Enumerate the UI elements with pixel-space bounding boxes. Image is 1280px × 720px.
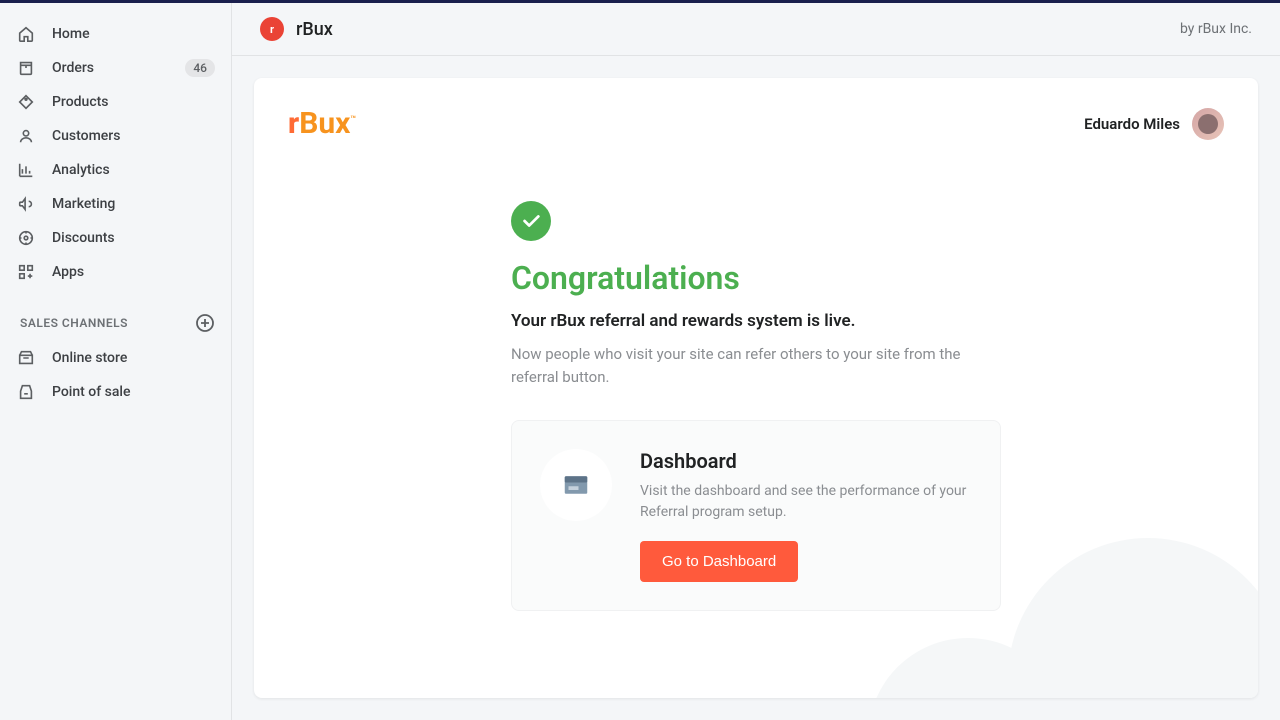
sidebar-item-discounts[interactable]: Discounts	[0, 221, 231, 255]
topbar: r rBux by rBux Inc.	[232, 3, 1280, 56]
orders-badge: 46	[185, 59, 215, 77]
sidebar: Home Orders 46 Products Customers Anal	[0, 3, 232, 720]
user-icon	[16, 126, 36, 146]
congrats-description: Now people who visit your site can refer…	[511, 343, 1001, 388]
sidebar-item-apps[interactable]: Apps	[0, 255, 231, 289]
main-card: rBux™ Eduardo Miles Congratulations Your…	[254, 78, 1258, 698]
pos-icon	[16, 382, 36, 402]
card-header: rBux™ Eduardo Miles	[288, 106, 1224, 141]
sidebar-item-label: Apps	[52, 264, 84, 280]
channel-pos[interactable]: Point of sale	[0, 375, 231, 409]
dashboard-icon-wrap	[540, 449, 612, 521]
sales-channels-header: SALES CHANNELS	[0, 289, 231, 341]
user-name: Eduardo Miles	[1084, 115, 1180, 133]
cloud-decoration	[848, 538, 1258, 698]
channel-online-store[interactable]: Online store	[0, 341, 231, 375]
sidebar-item-label: Analytics	[52, 162, 110, 178]
app-icon: r	[260, 17, 284, 41]
sidebar-item-label: Marketing	[52, 196, 115, 212]
sidebar-item-marketing[interactable]: Marketing	[0, 187, 231, 221]
go-to-dashboard-button[interactable]: Go to Dashboard	[640, 541, 798, 582]
app-root: Home Orders 46 Products Customers Anal	[0, 3, 1280, 720]
rbux-logo: rBux™	[288, 106, 356, 141]
home-icon	[16, 24, 36, 44]
user-menu[interactable]: Eduardo Miles	[1084, 108, 1224, 140]
dashboard-icon	[561, 470, 591, 500]
section-label: SALES CHANNELS	[20, 316, 128, 330]
sidebar-item-label: Orders	[52, 60, 94, 76]
sidebar-item-analytics[interactable]: Analytics	[0, 153, 231, 187]
sidebar-item-label: Discounts	[52, 230, 115, 246]
main-area: r rBux by rBux Inc. rBux™ Eduardo Miles	[232, 3, 1280, 720]
sidebar-item-label: Products	[52, 94, 109, 110]
sidebar-item-products[interactable]: Products	[0, 85, 231, 119]
avatar	[1192, 108, 1224, 140]
sidebar-item-label: Customers	[52, 128, 120, 144]
sidebar-item-label: Home	[52, 26, 90, 42]
store-icon	[16, 348, 36, 368]
sidebar-item-home[interactable]: Home	[0, 17, 231, 51]
publisher-label: by rBux Inc.	[1180, 21, 1252, 37]
check-circle-icon	[511, 201, 551, 241]
topbar-left: r rBux	[260, 17, 333, 41]
congrats-title: Congratulations	[511, 259, 1001, 297]
sidebar-item-customers[interactable]: Customers	[0, 119, 231, 153]
apps-icon	[16, 262, 36, 282]
tag-icon	[16, 92, 36, 112]
channel-label: Point of sale	[52, 384, 130, 400]
channel-label: Online store	[52, 350, 127, 366]
app-title: rBux	[296, 19, 333, 40]
dashboard-title: Dashboard	[640, 449, 972, 473]
orders-icon	[16, 58, 36, 78]
dashboard-description: Visit the dashboard and see the performa…	[640, 481, 972, 523]
content-area: rBux™ Eduardo Miles Congratulations Your…	[232, 56, 1280, 720]
congrats-subtitle: Your rBux referral and rewards system is…	[511, 311, 1001, 331]
discount-icon	[16, 228, 36, 248]
megaphone-icon	[16, 194, 36, 214]
chart-icon	[16, 160, 36, 180]
add-channel-button[interactable]	[195, 313, 215, 333]
sidebar-item-orders[interactable]: Orders 46	[0, 51, 231, 85]
